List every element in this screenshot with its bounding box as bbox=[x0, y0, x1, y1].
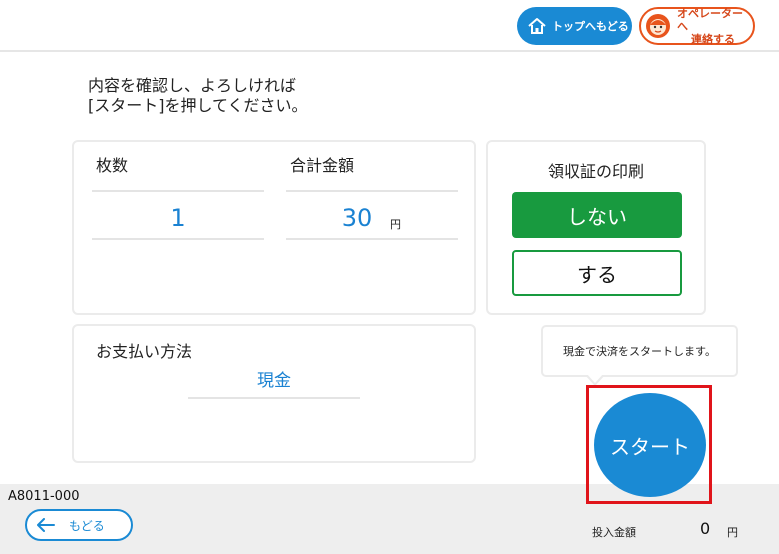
total-label: 合計金額 bbox=[290, 156, 355, 175]
operator-button-line1: オペレーターへ bbox=[677, 6, 743, 33]
start-tooltip-text: 現金で決済をスタートします。 bbox=[563, 345, 716, 358]
payment-method-panel: お支払い方法 現金 bbox=[72, 324, 476, 463]
header-divider bbox=[0, 50, 779, 52]
receipt-no-label: しない bbox=[567, 204, 627, 229]
receipt-title: 領収証の印刷 bbox=[547, 162, 644, 181]
order-summary-panel: 枚数 1 合計金額 30 円 bbox=[72, 140, 476, 315]
top-button-label: トップへもどる bbox=[552, 20, 629, 33]
count-label: 枚数 bbox=[96, 156, 129, 175]
inserted-amount-value: 0 bbox=[700, 519, 711, 538]
screen-code: A8011-000 bbox=[8, 489, 80, 504]
receipt-yes-label: する bbox=[577, 262, 617, 287]
start-button[interactable]: スタート bbox=[594, 393, 706, 497]
inserted-amount-unit: 円 bbox=[727, 526, 738, 539]
receipt-print-panel: 領収証の印刷 しない する bbox=[486, 140, 706, 315]
instruction-line2: [スタート]を押してください。 bbox=[88, 96, 308, 115]
home-icon bbox=[528, 18, 546, 34]
operator-button-text: オペレーターへ 連絡する bbox=[677, 7, 749, 46]
start-button-label: スタート bbox=[610, 434, 690, 459]
start-tooltip: 現金で決済をスタートします。 bbox=[541, 325, 738, 377]
payment-method-value: 現金 bbox=[257, 371, 291, 391]
inserted-amount-label: 投入金額 bbox=[592, 526, 636, 539]
operator-face-icon bbox=[646, 14, 670, 38]
count-value: 1 bbox=[170, 204, 186, 232]
total-unit: 円 bbox=[390, 218, 401, 231]
count-bottom-line bbox=[92, 238, 264, 240]
back-button[interactable]: もどる bbox=[25, 509, 133, 541]
back-button-label: もどる bbox=[69, 518, 105, 533]
count-top-line bbox=[92, 190, 264, 192]
payment-method-underline bbox=[188, 397, 360, 399]
top-button[interactable]: トップへもどる bbox=[517, 7, 632, 45]
instruction-line1: 内容を確認し、よろしければ bbox=[88, 76, 297, 95]
tooltip-tail bbox=[587, 374, 603, 383]
operator-button[interactable]: オペレーターへ 連絡する bbox=[639, 7, 755, 46]
total-top-line bbox=[286, 190, 458, 192]
payment-method-label: お支払い方法 bbox=[96, 342, 193, 361]
total-bottom-line bbox=[286, 238, 458, 240]
operator-button-line2: 連絡する bbox=[691, 32, 735, 46]
instruction-text: 内容を確認し、よろしければ [スタート]を押してください。 bbox=[88, 76, 308, 116]
arrow-left-icon bbox=[37, 518, 55, 532]
total-value: 30 bbox=[341, 204, 373, 232]
receipt-no-button[interactable]: しない bbox=[512, 192, 682, 238]
receipt-yes-button[interactable]: する bbox=[512, 250, 682, 296]
